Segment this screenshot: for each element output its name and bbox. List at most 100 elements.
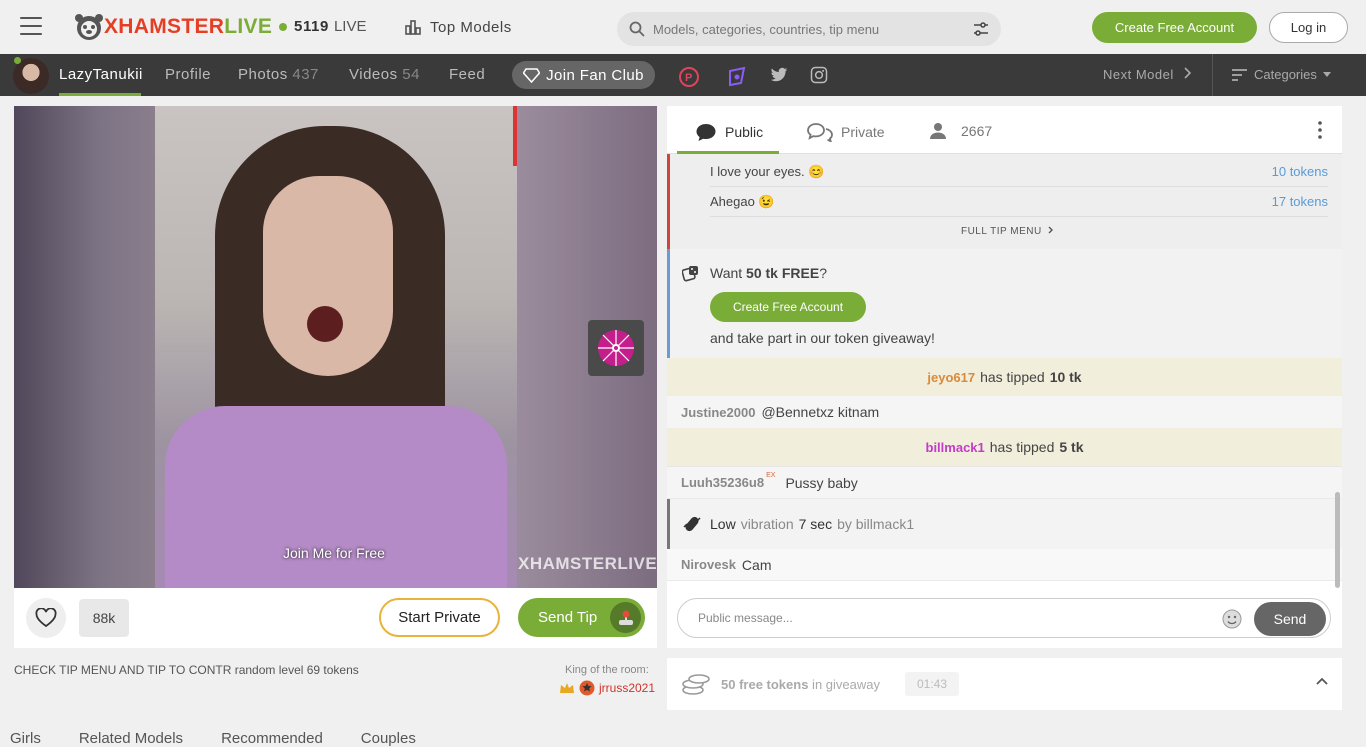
giveaway-prompt-bold: 50 tk FREE — [746, 265, 820, 281]
create-account-button[interactable]: Create Free Account — [1092, 12, 1257, 43]
tip-message: jeyo617 has tipped 10 tk — [667, 358, 1342, 397]
tab-couples[interactable]: Couples — [361, 730, 416, 747]
viewers-count: 2667 — [961, 123, 993, 139]
chat-message-input[interactable] — [698, 611, 1218, 625]
chevron-up-icon[interactable] — [1316, 677, 1328, 685]
chat-username[interactable]: Justine2000 — [681, 405, 755, 420]
search-icon — [629, 21, 645, 37]
coins-icon — [682, 674, 710, 695]
tip-item-label: Ahegao 😉 — [710, 193, 775, 209]
giveaway-create-account-button[interactable]: Create Free Account — [710, 292, 866, 322]
categories-label: Categories — [1254, 67, 1317, 82]
online-status-icon — [14, 57, 21, 64]
wheel-of-fortune-button[interactable] — [588, 320, 644, 376]
active-tab-underline — [59, 93, 141, 96]
svg-text:P: P — [685, 72, 692, 84]
top-models-icon — [405, 20, 421, 35]
join-free-overlay[interactable]: Join Me for Free — [283, 545, 385, 561]
start-private-button[interactable]: Start Private — [379, 598, 500, 637]
profile-tab[interactable]: Profile — [165, 66, 211, 83]
king-of-room-user[interactable]: jrruss2021 — [559, 680, 655, 696]
categories-dropdown[interactable]: Categories — [1232, 67, 1331, 82]
full-tip-menu-label: FULL TIP MENU — [960, 226, 1042, 237]
twitter-icon[interactable] — [770, 66, 788, 84]
chat-username[interactable]: Luuh35236u8 — [681, 475, 764, 490]
tip-amount: 10 tk — [1049, 369, 1082, 385]
tipper-name[interactable]: billmack1 — [926, 440, 985, 455]
giveaway-prompt-post: ? — [819, 265, 827, 281]
room-topic: CHECK TIP MENU AND TIP TO CONTR random l… — [14, 663, 359, 677]
favorite-button[interactable] — [26, 598, 66, 638]
filter-icon[interactable] — [973, 21, 989, 37]
chat-input-box: Send — [677, 598, 1331, 638]
search-input[interactable] — [653, 21, 953, 37]
top-models-link[interactable]: Top Models — [404, 18, 512, 36]
login-button[interactable]: Log in — [1269, 12, 1348, 43]
videos-label: Videos — [349, 66, 398, 83]
likes-count: 88k — [79, 599, 129, 637]
search-bar[interactable] — [617, 12, 1001, 46]
live-counter[interactable]: 5119 LIVE — [279, 18, 366, 35]
vibration-by: by billmack1 — [837, 516, 915, 532]
player-controls: 88k Start Private Send Tip — [14, 588, 657, 648]
giveaway-text: 50 free tokens in giveaway — [721, 677, 880, 692]
chat-message-text: Cam — [741, 556, 772, 573]
nav-divider — [1212, 54, 1213, 96]
tip-coin-icon — [610, 602, 641, 633]
tip-menu-item[interactable]: Ahegao 😉 17 tokens — [710, 187, 1328, 217]
send-message-button[interactable]: Send — [1254, 602, 1326, 636]
send-tip-label: Send Tip — [538, 609, 598, 626]
hamster-logo-icon — [75, 14, 103, 40]
tab-recommended[interactable]: Recommended — [221, 730, 323, 747]
vibration-label: vibration — [740, 516, 794, 532]
menu-icon[interactable] — [20, 17, 42, 35]
tab-private-label: Private — [841, 124, 885, 140]
feed-tab[interactable]: Feed — [449, 66, 485, 83]
send-tip-button[interactable]: Send Tip — [518, 598, 645, 637]
ex-badge: EX — [766, 472, 776, 479]
next-model-button[interactable]: Next Model — [1103, 67, 1192, 82]
tip-message: billmack1 has tipped 5 tk — [667, 428, 1342, 467]
tab-private-chat[interactable]: Private — [807, 122, 885, 142]
giveaway-text-bold: 50 free tokens — [721, 677, 809, 692]
tipper-name[interactable]: jeyo617 — [927, 370, 975, 385]
model-name-tab[interactable]: LazyTanukii — [59, 66, 143, 83]
photos-tab[interactable]: Photos 437 — [238, 66, 319, 83]
emoji-icon[interactable] — [1222, 609, 1242, 629]
giveaway-prompt-pre: Want — [710, 265, 747, 281]
giveaway-timer: 01:43 — [905, 672, 959, 696]
giveaway-text-rest: in giveaway — [808, 677, 880, 692]
instagram-icon[interactable] — [810, 66, 828, 84]
tab-public-label: Public — [725, 124, 764, 140]
video-frame — [155, 106, 517, 588]
chat-username[interactable]: Nirovesk — [681, 557, 736, 572]
onlyfans-icon[interactable]: P — [678, 66, 700, 88]
giveaway-promo: Want 50 tk FREE? Create Free Account and… — [667, 249, 1342, 358]
more-options-icon[interactable] — [1318, 121, 1322, 139]
join-fan-club-button[interactable]: Join Fan Club — [512, 61, 655, 89]
star-badge-icon — [579, 680, 595, 696]
next-model-label: Next Model — [1103, 67, 1174, 82]
vibration-icon — [683, 516, 701, 532]
tip-menu-item[interactable]: I love your eyes. 😊 10 tokens — [710, 157, 1328, 187]
videos-tab[interactable]: Videos 54 — [349, 66, 420, 83]
joystick-icon — [618, 610, 633, 625]
giveaway-bar[interactable]: 50 free tokens in giveaway 01:43 — [667, 658, 1342, 710]
tab-viewers[interactable]: 2667 — [929, 122, 992, 140]
chat-scrollbar[interactable] — [1335, 492, 1340, 588]
tab-girls[interactable]: Girls — [10, 730, 41, 747]
chat-message-text: Pussy baby — [785, 474, 858, 491]
fortune-wheel-icon — [598, 330, 634, 366]
chat-message: Luuh35236u8 EX Pussy baby — [667, 467, 1342, 499]
tab-related-models[interactable]: Related Models — [79, 730, 183, 747]
site-logo[interactable]: XHAMSTER LIVE — [74, 12, 272, 42]
vibration-message: Low vibration 7 sec by billmack1 — [667, 499, 1342, 549]
user-icon — [930, 123, 946, 139]
tab-public-chat[interactable]: Public — [695, 122, 763, 142]
king-of-room-label: King of the room: — [565, 664, 649, 676]
tip-item-price: 10 tokens — [1271, 164, 1328, 179]
full-tip-menu-link[interactable]: FULL TIP MENU — [670, 226, 1345, 237]
fansly-icon[interactable] — [726, 66, 748, 88]
video-player[interactable]: Join Me for Free XHAMSTERLIVE — [14, 106, 657, 588]
top-models-label: Top Models — [430, 18, 512, 36]
